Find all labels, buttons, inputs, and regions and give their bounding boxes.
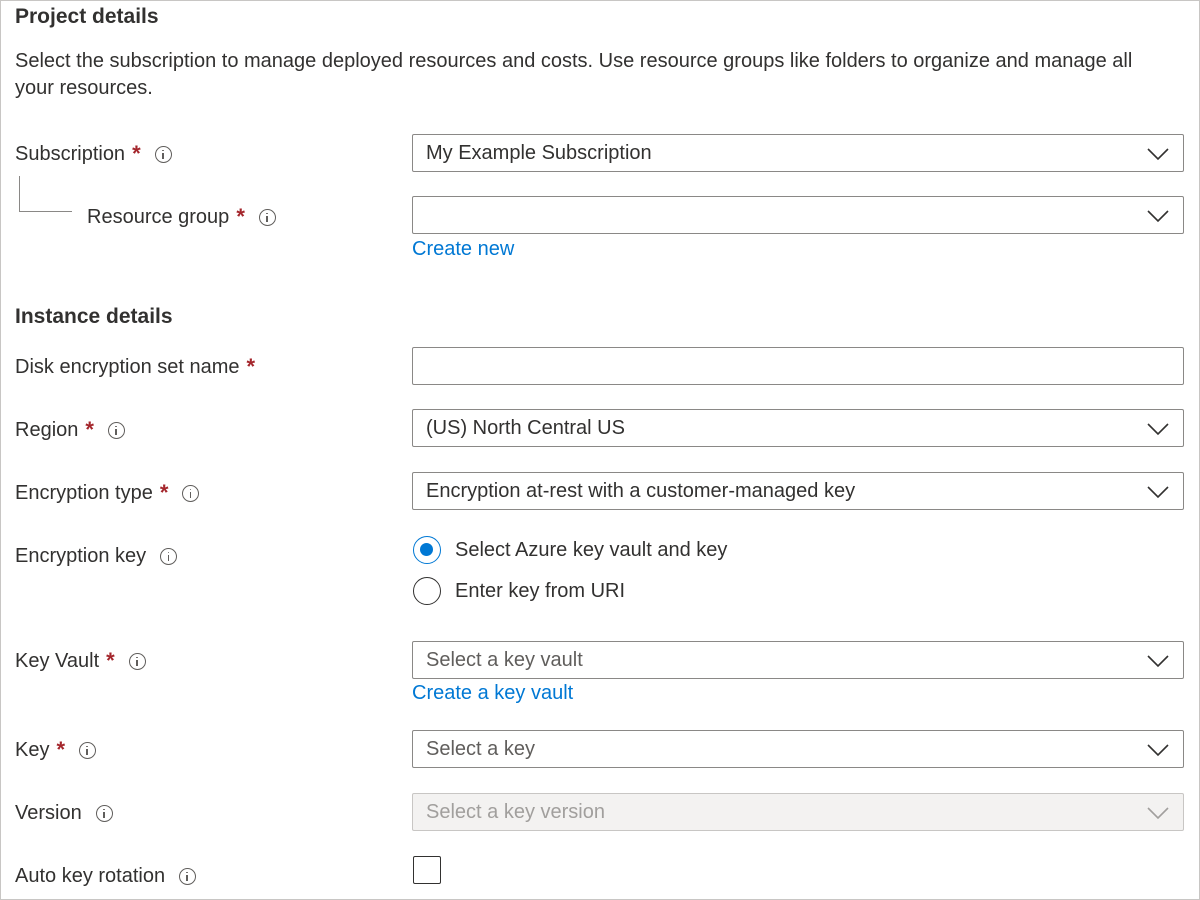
version-label: Version [15,798,113,828]
tree-connector [19,176,20,212]
key-vault-label: Key Vault * [15,646,146,676]
info-icon[interactable] [79,741,97,759]
chevron-down-icon [1147,807,1169,820]
required-asterisk: * [236,204,245,229]
disk-encryption-set-name-input[interactable] [412,347,1184,385]
chevron-down-icon [1147,423,1169,436]
key-label-text: Key [15,738,50,761]
required-asterisk: * [106,648,115,673]
radio-azure-key-vault-label: Select Azure key vault and key [455,538,728,561]
required-asterisk: * [246,354,256,379]
key-placeholder: Select a key [426,737,535,760]
project-details-description: Select the subscription to manage deploy… [15,50,1133,99]
radio-azure-key-vault[interactable]: Select Azure key vault and key [413,536,727,564]
resource-group-label-text: Resource group [87,205,230,228]
info-icon[interactable] [182,484,200,502]
chevron-down-icon [1147,210,1169,223]
subscription-label: Subscription * [15,139,172,169]
chevron-down-icon [1147,486,1169,499]
disk-encryption-set-name-label: Disk encryption set name * [15,352,255,382]
key-vault-placeholder: Select a key vault [426,648,583,671]
version-dropdown: Select a key version [412,793,1184,831]
required-asterisk: * [85,417,94,442]
info-icon[interactable] [258,208,276,226]
auto-key-rotation-checkbox[interactable] [413,856,441,884]
chevron-down-icon [1147,655,1169,668]
resource-group-label: Resource group * [87,202,276,232]
region-dropdown[interactable]: (US) North Central US [412,409,1184,447]
radio-key-from-uri-label: Enter key from URI [455,579,626,602]
info-icon[interactable] [95,804,113,822]
encryption-key-label-text: Encryption key [15,544,147,567]
tree-connector [19,211,72,212]
encryption-type-dropdown[interactable]: Encryption at-rest with a customer-manag… [412,472,1184,510]
version-placeholder: Select a key version [426,800,605,823]
subscription-dropdown[interactable]: My Example Subscription [412,134,1184,172]
encryption-type-label: Encryption type * [15,478,200,508]
radio-key-from-uri[interactable]: Enter key from URI [413,577,625,605]
create-key-vault-link[interactable]: Create a key vault [412,682,573,705]
create-new-resource-group-link[interactable]: Create new [412,238,514,261]
info-icon[interactable] [154,145,172,163]
key-dropdown[interactable]: Select a key [412,730,1184,768]
required-asterisk: * [56,737,66,762]
required-asterisk: * [159,480,169,505]
instance-details-heading: Instance details [15,305,173,328]
key-vault-dropdown[interactable]: Select a key vault [412,641,1184,679]
radio-unselected-indicator[interactable] [413,577,441,605]
auto-key-rotation-label-text: Auto key rotation [15,864,166,887]
region-label: Region * [15,415,125,445]
info-icon[interactable] [128,652,146,670]
info-icon[interactable] [179,867,197,885]
subscription-value: My Example Subscription [426,141,652,164]
resource-group-dropdown[interactable] [412,196,1184,234]
encryption-type-label-text: Encryption type [15,481,153,504]
project-details-heading: Project details [15,5,159,28]
version-label-text: Version [15,801,82,824]
info-icon[interactable] [107,421,125,439]
radio-selected-indicator[interactable] [413,536,441,564]
key-vault-label-text: Key Vault [15,649,100,672]
subscription-label-text: Subscription [15,142,126,165]
region-value: (US) North Central US [426,416,625,439]
chevron-down-icon [1147,148,1169,161]
region-label-text: Region [15,418,79,441]
disk-name-label-text: Disk encryption set name [15,355,240,378]
encryption-key-label: Encryption key [15,541,178,571]
info-icon[interactable] [160,547,178,565]
chevron-down-icon [1147,744,1169,757]
required-asterisk: * [132,141,141,166]
key-label: Key * [15,735,97,765]
encryption-type-value: Encryption at-rest with a customer-manag… [426,479,856,502]
auto-key-rotation-label: Auto key rotation [15,861,197,891]
